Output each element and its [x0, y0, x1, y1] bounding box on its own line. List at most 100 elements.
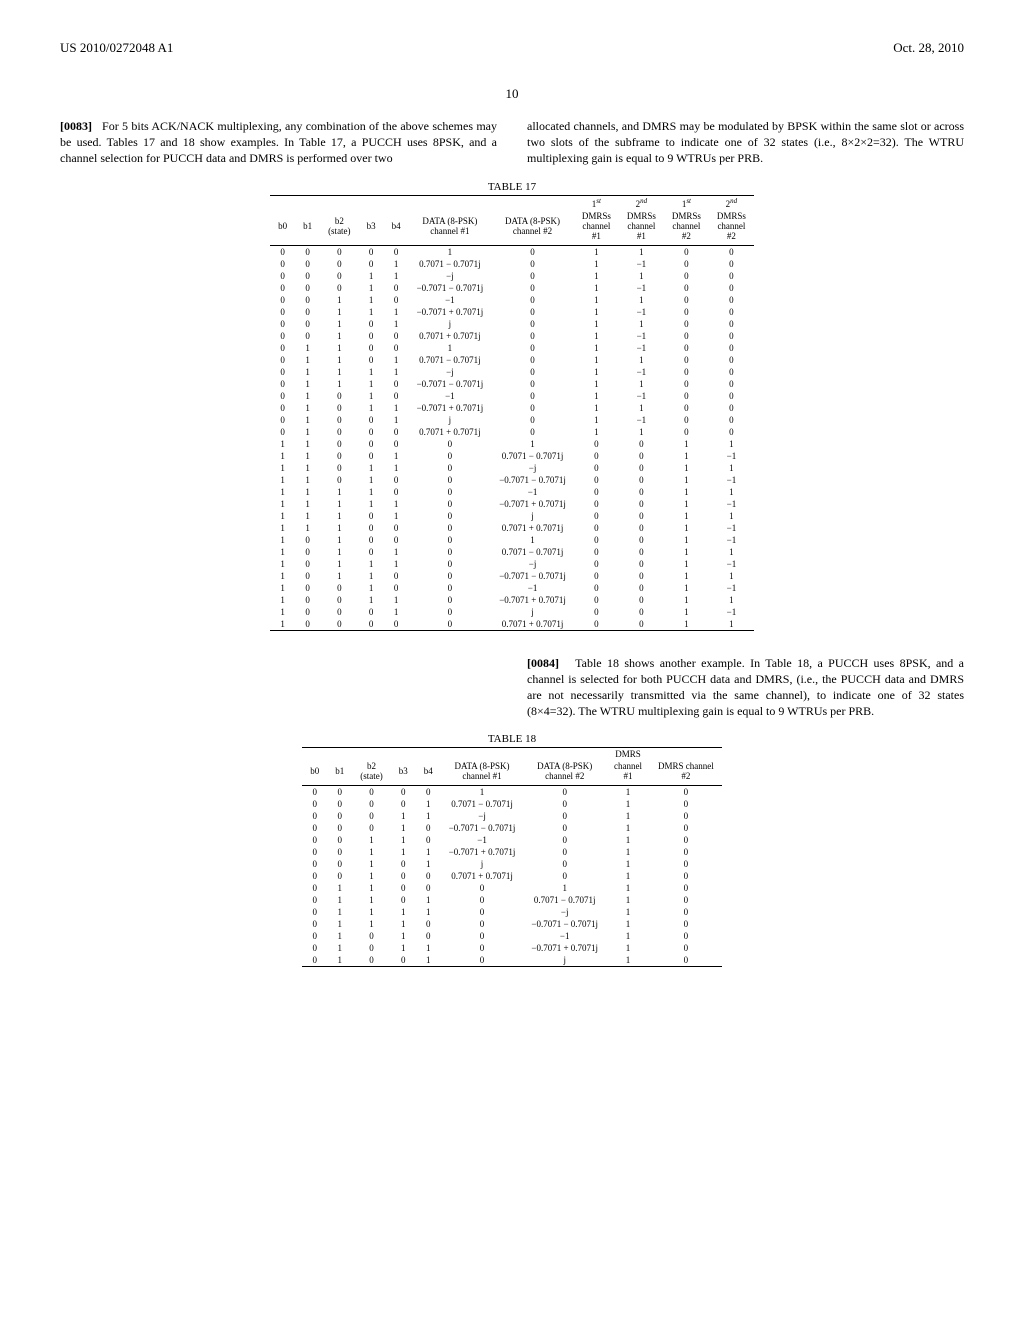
table-row: 00101j01100 [270, 318, 754, 330]
table-row: 100010j001−1 [270, 606, 754, 618]
table-row: 11000010011 [270, 438, 754, 450]
table-row: 00110−1010 [302, 834, 722, 846]
para-num-84: [0084] [527, 656, 559, 670]
para-84-block: [0084] Table 18 shows another example. I… [512, 655, 964, 720]
left-column: [0083] For 5 bits ACK/NACK multiplexing,… [60, 118, 497, 167]
right-column: allocated channels, and DMRS may be modu… [527, 118, 964, 167]
col-header: DATA (8-PSK)channel #1 [441, 760, 524, 786]
table-row: 00101j010 [302, 858, 722, 870]
table-18-caption: TABLE 18 [60, 733, 964, 745]
page-number: 10 [60, 86, 964, 102]
table-17-caption: TABLE 17 [60, 181, 964, 193]
col-header: b0 [270, 210, 295, 246]
table-row: 000001010 [302, 786, 722, 799]
col-header [295, 195, 320, 210]
doc-number: US 2010/0272048 A1 [60, 40, 173, 56]
table-row: 100100−1001−1 [270, 582, 754, 594]
table-row: 100110−0.7071 + 0.7071j0011 [270, 594, 754, 606]
table-row: 101100−0.7071 − 0.7071j0011 [270, 570, 754, 582]
para-84-text: Table 18 shows another example. In Table… [527, 656, 964, 719]
table-row: 010100−110 [302, 930, 722, 942]
table-row: 001000.7071 + 0.7071j010 [302, 870, 722, 882]
col-header [352, 748, 391, 761]
col-header [359, 195, 384, 210]
col-header: DMRS [606, 748, 650, 761]
col-header: DMRSschannel#1 [574, 210, 619, 246]
col-header [650, 748, 722, 761]
table-row: 00011−j01100 [270, 270, 754, 282]
table-row: 01011−0.7071 + 0.7071j01100 [270, 402, 754, 414]
col-header: b4 [384, 210, 409, 246]
table-row: 011010.7071 − 0.7071j01100 [270, 354, 754, 366]
col-header: DATA (8-PSK)channel #1 [409, 210, 492, 246]
col-header [416, 748, 441, 761]
col-header [384, 195, 409, 210]
table-row: 1010100.7071 − 0.7071j0011 [270, 546, 754, 558]
table-row: 00010−0.7071 − 0.7071j01−100 [270, 282, 754, 294]
col-header: DMRS channel#2 [650, 760, 722, 786]
table-row: 000010.7071 − 0.7071j010 [302, 798, 722, 810]
table-row: 00111−0.7071 + 0.7071j01−100 [270, 306, 754, 318]
table-row: 1100100.7071 − 0.7071j001−1 [270, 450, 754, 462]
col-header: 1st [664, 195, 709, 210]
para-83-text: For 5 bits ACK/NACK multiplexing, any co… [60, 119, 497, 165]
col-header: b1 [327, 760, 352, 786]
col-header: DMRSschannel#1 [619, 210, 664, 246]
page-header: US 2010/0272048 A1 Oct. 28, 2010 [60, 40, 964, 56]
col-header [409, 195, 492, 210]
table-row: 1110000.7071 + 0.7071j001−1 [270, 522, 754, 534]
col-header [270, 195, 295, 210]
table-row: 000010.7071 − 0.7071j01−100 [270, 258, 754, 270]
col-header: DMRSschannel#2 [664, 210, 709, 246]
col-header: b0 [302, 760, 327, 786]
col-header: b1 [295, 210, 320, 246]
doc-date: Oct. 28, 2010 [893, 40, 964, 56]
table-row: 110100−0.7071 − 0.7071j001−1 [270, 474, 754, 486]
table-row: 00000101100 [270, 245, 754, 258]
col-header [320, 195, 359, 210]
col-header [302, 748, 327, 761]
col-header: DMRSschannel#2 [709, 210, 754, 246]
table-row: 101110−j001−1 [270, 558, 754, 570]
table-row: 00011−j010 [302, 810, 722, 822]
table-row: 00110−101100 [270, 294, 754, 306]
table-18: DMRSb0b1b2(state)b3b4DATA (8-PSK)channel… [302, 747, 722, 967]
col-header [441, 748, 524, 761]
body-columns: [0083] For 5 bits ACK/NACK multiplexing,… [60, 118, 964, 167]
table-row: 010110−0.7071 + 0.7071j10 [302, 942, 722, 954]
para-83b-text: allocated channels, and DMRS may be modu… [527, 119, 964, 165]
col-header: 1st [574, 195, 619, 210]
table-row: 01111−j01−100 [270, 366, 754, 378]
table-17: 1st2nd1st2ndb0b1b2(state)b3b4DATA (8-PSK… [270, 195, 754, 631]
col-header: b2(state) [320, 210, 359, 246]
col-header: b4 [416, 760, 441, 786]
table-row: 010010j10 [302, 954, 722, 967]
table-row: 011100−0.7071 − 0.7071j10 [302, 918, 722, 930]
table-row: 110110−j0011 [270, 462, 754, 474]
col-header: b3 [391, 760, 416, 786]
table-row: 011110−j10 [302, 906, 722, 918]
col-header: b3 [359, 210, 384, 246]
table-row: 111100−10011 [270, 486, 754, 498]
col-header: b2(state) [352, 760, 391, 786]
col-header [523, 748, 606, 761]
table-row: 111110−0.7071 + 0.7071j001−1 [270, 498, 754, 510]
col-header [327, 748, 352, 761]
table-row: 011000110 [302, 882, 722, 894]
table-row: 111010j0011 [270, 510, 754, 522]
col-header: 2nd [709, 195, 754, 210]
table-row: 1010001001−1 [270, 534, 754, 546]
table-row: 01001j01−100 [270, 414, 754, 426]
table-row: 010000.7071 + 0.7071j01100 [270, 426, 754, 438]
table-row: 01110−0.7071 − 0.7071j01100 [270, 378, 754, 390]
para-num-83: [0083] [60, 119, 92, 133]
col-header [391, 748, 416, 761]
table-row: 00010−0.7071 − 0.7071j010 [302, 822, 722, 834]
table-row: 1000000.7071 + 0.7071j0011 [270, 618, 754, 631]
col-header [491, 195, 574, 210]
col-header: 2nd [619, 195, 664, 210]
col-header: DATA (8-PSK)channel #2 [523, 760, 606, 786]
table-row: 00111−0.7071 + 0.7071j010 [302, 846, 722, 858]
col-header: channel#1 [606, 760, 650, 786]
col-header: DATA (8-PSK)channel #2 [491, 210, 574, 246]
